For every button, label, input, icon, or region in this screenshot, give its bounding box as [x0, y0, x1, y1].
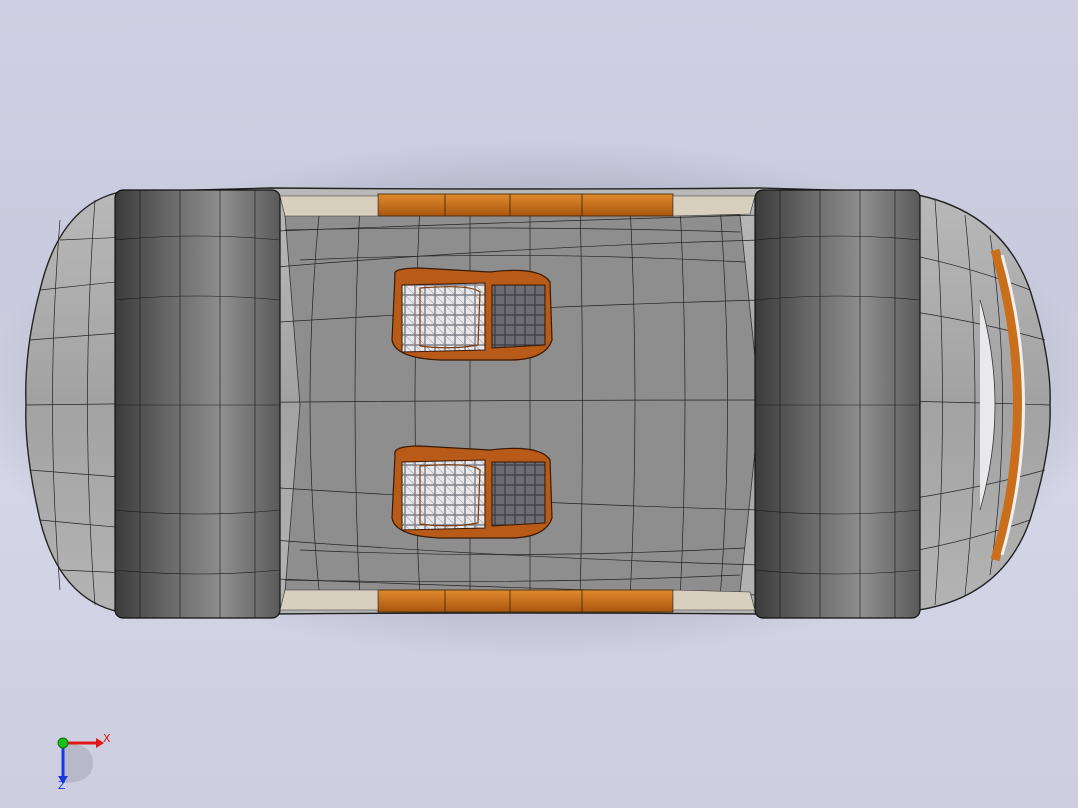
graphics-viewport[interactable]: X Z: [0, 0, 1078, 808]
triad-shadow: [63, 743, 93, 783]
x-axis-label: X: [103, 732, 111, 745]
side-trim-bottom[interactable]: [279, 589, 756, 613]
y-axis-dot: [57, 737, 69, 749]
car-model-top-view[interactable]: [0, 0, 1078, 808]
side-trim-top[interactable]: [279, 193, 756, 217]
seat-right[interactable]: [391, 445, 553, 539]
z-axis-label: Z: [58, 779, 66, 792]
seat-left[interactable]: [391, 267, 553, 361]
